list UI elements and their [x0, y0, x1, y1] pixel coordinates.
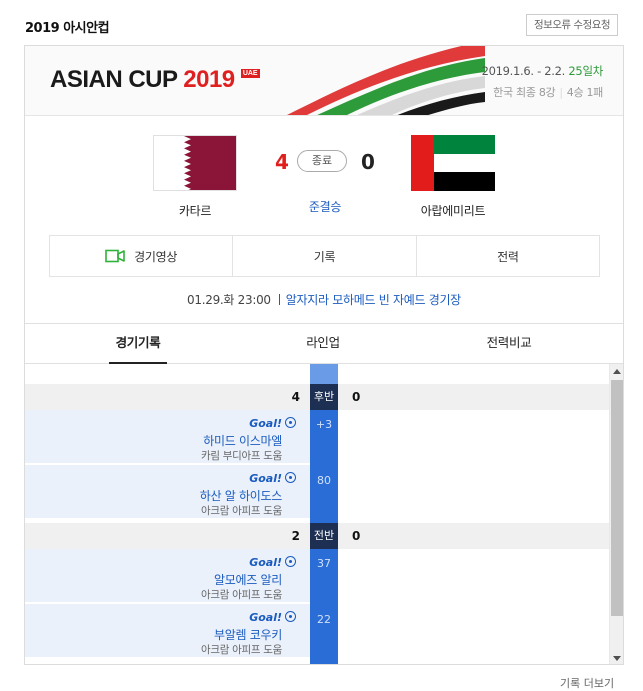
logo-year: 2019 [183, 66, 235, 93]
scroll-down-arrow-icon[interactable] [613, 656, 621, 661]
soccer-ball-icon [285, 611, 296, 622]
half-home-score: 4 [291, 390, 300, 404]
media-tabs: 경기영상 기록 전력 [49, 235, 600, 277]
date-range: 2019.1.6. - 2.2. [481, 64, 566, 78]
away-event-slot [338, 604, 610, 658]
tab-video-label: 경기영상 [134, 249, 178, 264]
tournament-banner[interactable]: ASIAN CUP 2019 UAE 2019.1.6. - 2.2. 25일차… [25, 46, 623, 116]
scorer-name[interactable]: 하미드 이스마엘 [203, 432, 282, 449]
timeline-scrollbar[interactable] [609, 364, 623, 664]
assist-text: 카림 부디아프 도움 [201, 450, 282, 462]
away-score: 0 [361, 150, 375, 174]
report-error-button[interactable]: 정보오류 수정요청 [526, 14, 618, 36]
event-minute: +3 [315, 418, 333, 431]
half-header-second: 4 후반 0 [25, 384, 610, 410]
more-record-link[interactable]: 기록 더보기 [560, 675, 614, 691]
logo-badge: UAE [240, 69, 260, 78]
tournament-day: 25일차 [568, 64, 603, 78]
tab-lineup[interactable]: 라인업 [295, 324, 351, 364]
tab-video[interactable]: 경기영상 [50, 236, 234, 276]
page-title: 2019 아시안컵 [25, 21, 110, 36]
half-header-first: 2 전반 0 [25, 523, 610, 549]
uae-flag-graphic [411, 135, 495, 191]
event-minute: 22 [317, 613, 331, 626]
scroll-up-arrow-icon[interactable] [613, 369, 621, 374]
soccer-ball-icon [285, 417, 296, 428]
tab-record-label: 기록 [313, 249, 336, 264]
tab-strength-label: 전력 [497, 249, 519, 264]
tab-comparison[interactable]: 전력비교 [477, 324, 541, 364]
banner-swoosh-graphic [287, 46, 485, 115]
event-minute: 80 [317, 474, 331, 487]
half-away-score: 0 [352, 390, 361, 404]
home-team-name[interactable]: 카타르 [135, 202, 255, 219]
match-datetime: 01.29.화 23:00 [187, 293, 271, 307]
asian-cup-logo: ASIAN CUP 2019 UAE [50, 66, 260, 94]
goal-event[interactable]: Goal! 하미드 이스마엘 카림 부디아프 도움 [25, 410, 310, 464]
soccer-ball-icon [285, 472, 296, 483]
goal-label: Goal! [249, 417, 296, 430]
away-team-name[interactable]: 아랍에미리트 [393, 202, 513, 219]
match-status-badge: 종료 [297, 150, 347, 172]
timeline-top-cap [310, 364, 338, 384]
half-label: 후반 [310, 384, 338, 410]
tab-match-record[interactable]: 경기기록 [109, 324, 167, 364]
assist-text: 아크람 아피프 도움 [201, 505, 282, 517]
match-round-link[interactable]: 준결승 [285, 198, 365, 215]
match-venue: 01.29.화 23:00 알자지라 모하메드 빈 자예드 경기장 [25, 291, 623, 308]
event-minute: 37 [317, 557, 331, 570]
assist-text: 아크람 아피프 도움 [201, 589, 282, 601]
tab-strength[interactable]: 전력 [417, 236, 599, 276]
match-timeline[interactable]: 4 후반 0 Goal! 하미드 이스마엘 카림 부디아프 도움 +3 Goal… [25, 364, 623, 664]
scorer-name[interactable]: 하산 알 하이도스 [200, 487, 283, 504]
scorer-name[interactable]: 부알렘 코우키 [214, 626, 282, 643]
soccer-ball-icon [285, 556, 296, 567]
section-tabs: 경기기록 라인업 전력비교 [25, 323, 623, 364]
korea-record: 4승 1패 [566, 86, 604, 99]
goal-label: Goal! [249, 472, 296, 485]
away-event-slot [338, 465, 610, 519]
korea-stage: 한국 최종 8강 | 4승 1패 [493, 86, 604, 99]
goal-label: Goal! [249, 556, 296, 569]
half-away-score: 0 [352, 529, 361, 543]
goal-event[interactable]: Goal! 하산 알 하이도스 아크람 아피프 도움 [25, 465, 310, 519]
qatar-flag-graphic [154, 136, 236, 190]
tournament-dates: 2019.1.6. - 2.2. 25일차 [481, 63, 604, 79]
tab-record[interactable]: 기록 [233, 236, 417, 276]
goal-event[interactable]: Goal! 알모에즈 알리 아크람 아피프 도움 [25, 549, 310, 603]
goal-label: Goal! [249, 611, 296, 624]
stadium-link[interactable]: 알자지라 모하메드 빈 자예드 경기장 [286, 293, 461, 307]
away-event-slot [338, 549, 610, 603]
goal-event[interactable]: Goal! 부알렘 코우키 아크람 아피프 도움 [25, 604, 310, 658]
qatar-flag[interactable] [153, 135, 237, 191]
assist-text: 아크람 아피프 도움 [201, 644, 282, 656]
home-score: 4 [275, 150, 289, 174]
uae-flag[interactable] [411, 135, 495, 191]
half-label: 전반 [310, 523, 338, 549]
away-event-slot [338, 410, 610, 464]
scorer-name[interactable]: 알모에즈 알리 [214, 571, 282, 588]
korea-stage-text: 한국 최종 8강 [493, 86, 556, 99]
scrollbar-thumb[interactable] [611, 380, 623, 616]
half-home-score: 2 [291, 529, 300, 543]
video-camera-icon [105, 249, 125, 263]
logo-text: ASIAN CUP [50, 66, 178, 93]
match-card: ASIAN CUP 2019 UAE 2019.1.6. - 2.2. 25일차… [24, 45, 624, 665]
